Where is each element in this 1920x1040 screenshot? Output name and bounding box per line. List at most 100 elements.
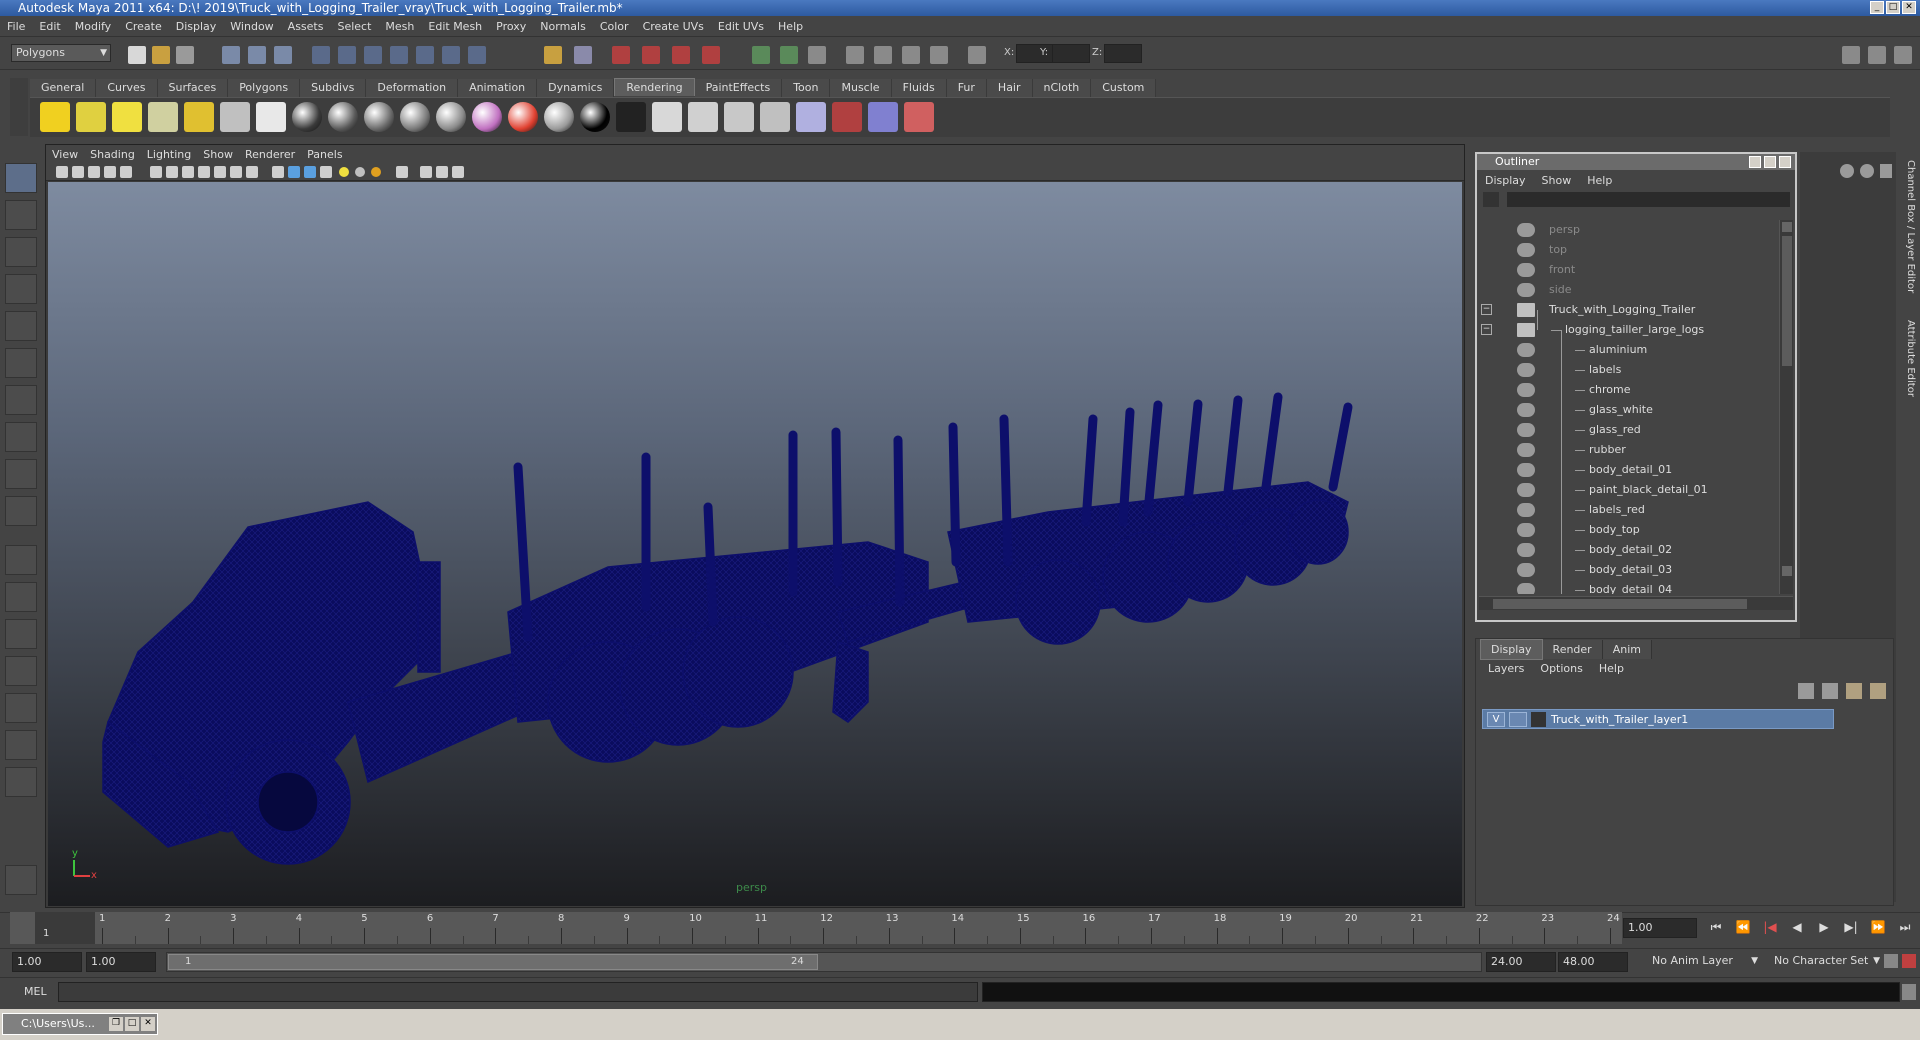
layer-visibility-toggle[interactable]: V bbox=[1487, 712, 1505, 727]
close-button[interactable]: ✕ bbox=[1902, 1, 1916, 14]
taskbar-item[interactable]: C:\Users\Us... ❐ □ ✕ bbox=[2, 1013, 158, 1035]
layout-options-icon[interactable] bbox=[5, 767, 37, 797]
outliner-item[interactable]: persp bbox=[1477, 220, 1779, 240]
surface-shader-icon[interactable] bbox=[616, 102, 646, 132]
outliner-vertical-scrollbar[interactable] bbox=[1779, 220, 1793, 594]
menu-proxy[interactable]: Proxy bbox=[489, 17, 533, 36]
area-light-icon[interactable] bbox=[184, 102, 214, 132]
shelf-tab-curves[interactable]: Curves bbox=[96, 79, 158, 97]
collapse-toggle[interactable]: − bbox=[1481, 304, 1492, 315]
shelf-tab-deformation[interactable]: Deformation bbox=[366, 79, 459, 97]
color-sphere-icon[interactable] bbox=[508, 102, 538, 132]
layer-name[interactable]: Truck_with_Trailer_layer1 bbox=[1551, 710, 1688, 729]
maximize-button[interactable]: □ bbox=[1886, 1, 1900, 14]
x-field[interactable] bbox=[1016, 44, 1054, 63]
start-time-field[interactable]: 1.00 bbox=[12, 952, 82, 972]
construction-history-icon[interactable] bbox=[442, 46, 460, 64]
outliner-item[interactable]: body_detail_03 bbox=[1477, 560, 1779, 580]
ipr-render-icon[interactable] bbox=[724, 102, 754, 132]
outliner-menu-help[interactable]: Help bbox=[1579, 171, 1620, 190]
time-slider[interactable]: 1 1 2 3 4 5 6 7 8 9 10 11 12 13 14 15 16 17 18 19 20 21 22 23 2… bbox=[10, 912, 1622, 944]
move-tool-icon[interactable] bbox=[5, 274, 37, 304]
lambert-sphere-icon[interactable] bbox=[328, 102, 358, 132]
anim-prefs-icon[interactable] bbox=[1902, 954, 1916, 968]
select-tool-icon[interactable] bbox=[5, 163, 37, 193]
lasso-tool-icon[interactable] bbox=[5, 200, 37, 230]
move-layer-down-icon[interactable] bbox=[1822, 683, 1838, 699]
channel-box-icon-b[interactable] bbox=[1860, 164, 1874, 178]
playback-end-field[interactable]: 24.00 bbox=[1486, 952, 1556, 972]
viewport-menu-shading[interactable]: Shading bbox=[84, 145, 141, 164]
tool-settings-icon[interactable] bbox=[808, 46, 826, 64]
outliner-item[interactable]: glass_white bbox=[1477, 400, 1779, 420]
outliner-close-button[interactable] bbox=[1779, 156, 1791, 168]
new-layer-selected-icon[interactable] bbox=[1870, 683, 1886, 699]
script-editor-icon[interactable] bbox=[1902, 984, 1916, 1000]
volume-light-icon[interactable] bbox=[220, 102, 250, 132]
shelf-tab-subdivs[interactable]: Subdivs bbox=[300, 79, 367, 97]
outliner-item[interactable]: − Truck_with_Logging_Trailer bbox=[1477, 300, 1779, 320]
current-frame-marker[interactable]: 1 bbox=[35, 912, 95, 944]
outliner-item[interactable]: side bbox=[1477, 280, 1779, 300]
hypershade-layout-icon[interactable] bbox=[5, 693, 37, 723]
render-layer-icon[interactable] bbox=[256, 102, 286, 132]
shelf-tab-custom[interactable]: Custom bbox=[1091, 79, 1157, 97]
phonge-sphere-icon[interactable] bbox=[400, 102, 430, 132]
taskbar-maximize-button[interactable]: □ bbox=[125, 1017, 139, 1031]
ipr-icon[interactable] bbox=[642, 46, 660, 64]
hscroll-thumb[interactable] bbox=[1493, 599, 1747, 609]
new-layer-icon[interactable] bbox=[1846, 683, 1862, 699]
menu-color[interactable]: Color bbox=[593, 17, 636, 36]
shelf-tab-painteffects[interactable]: PaintEffects bbox=[694, 79, 783, 97]
menu-normals[interactable]: Normals bbox=[533, 17, 593, 36]
outliner-item[interactable]: body_detail_01 bbox=[1477, 460, 1779, 480]
open-scene-icon[interactable] bbox=[152, 46, 170, 64]
outliner-item[interactable]: body_detail_04 bbox=[1477, 580, 1779, 594]
select-component-icon[interactable] bbox=[274, 46, 292, 64]
snap-point-icon[interactable] bbox=[364, 46, 382, 64]
paint-select-tool-icon[interactable] bbox=[5, 237, 37, 267]
point-light-icon[interactable] bbox=[112, 102, 142, 132]
menu-file[interactable]: File bbox=[0, 17, 32, 36]
taskbar-close-button[interactable]: ✕ bbox=[141, 1017, 155, 1031]
tool-settings-panel-icon[interactable] bbox=[1894, 46, 1912, 64]
step-back-frame-icon[interactable]: |◀ bbox=[1758, 920, 1782, 938]
shelf-tab-hair[interactable]: Hair bbox=[986, 79, 1033, 97]
key-icon[interactable] bbox=[1884, 954, 1898, 968]
output-ops-icon[interactable] bbox=[574, 46, 592, 64]
outliner-item[interactable]: body_top bbox=[1477, 520, 1779, 540]
show-hide-icon[interactable] bbox=[752, 46, 770, 64]
outliner-item[interactable]: rubber bbox=[1477, 440, 1779, 460]
soft-mod-icon[interactable] bbox=[5, 422, 37, 452]
play-forward-icon[interactable]: ▶ bbox=[1812, 920, 1836, 938]
paint-effects-toolbox-icon[interactable] bbox=[5, 865, 37, 895]
character-set-select[interactable]: No Character Set ▼ bbox=[1770, 952, 1880, 972]
ambient-light-icon[interactable] bbox=[40, 102, 70, 132]
outliner-menu-show[interactable]: Show bbox=[1534, 171, 1580, 190]
menu-display[interactable]: Display bbox=[169, 17, 224, 36]
snap-grid-icon[interactable] bbox=[312, 46, 330, 64]
layer-tab-anim[interactable]: Anim bbox=[1602, 640, 1652, 659]
select-object-icon[interactable] bbox=[248, 46, 266, 64]
last-tool-icon[interactable] bbox=[5, 496, 37, 526]
black-sphere-icon[interactable] bbox=[580, 102, 610, 132]
select-hierarchy-icon[interactable] bbox=[222, 46, 240, 64]
show-manip-icon[interactable] bbox=[5, 459, 37, 489]
viewport-menu-view[interactable]: View bbox=[46, 145, 84, 164]
channel-box-icon-a[interactable] bbox=[1840, 164, 1854, 178]
anisotropic-sphere-icon[interactable] bbox=[436, 102, 466, 132]
shelf-tab-dynamics[interactable]: Dynamics bbox=[537, 79, 615, 97]
spot-light-icon[interactable] bbox=[148, 102, 178, 132]
rotate-tool-icon[interactable] bbox=[5, 311, 37, 341]
filter-icon[interactable] bbox=[1483, 192, 1499, 207]
gray-sphere-icon[interactable] bbox=[544, 102, 574, 132]
outliner-layout-icon[interactable] bbox=[5, 619, 37, 649]
menu-edit[interactable]: Edit bbox=[32, 17, 67, 36]
viewport-toolbar-icons[interactable] bbox=[46, 163, 606, 181]
menu-edit-mesh[interactable]: Edit Mesh bbox=[421, 17, 489, 36]
outliner-item[interactable]: − logging_tailler_large_logs bbox=[1477, 320, 1779, 340]
hypershade-icon[interactable] bbox=[796, 102, 826, 132]
step-forward-frame-icon[interactable]: ▶| bbox=[1839, 920, 1863, 938]
absolute-transform-icon[interactable] bbox=[968, 46, 986, 64]
viewport-menu-renderer[interactable]: Renderer bbox=[239, 145, 301, 164]
